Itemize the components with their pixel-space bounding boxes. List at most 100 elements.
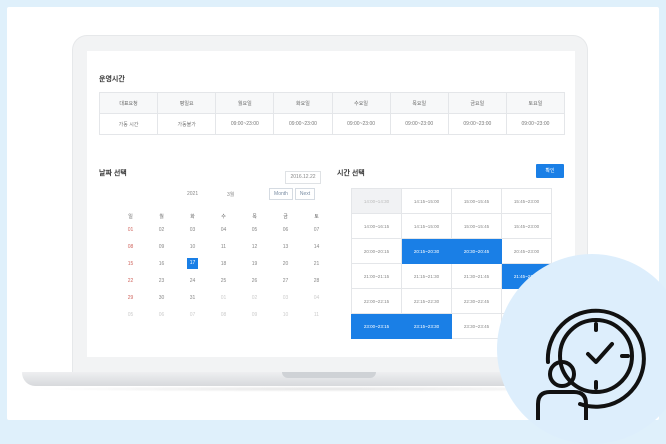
time-slot[interactable]: 21:30~21:45 xyxy=(451,263,502,289)
calendar-day[interactable]: 16 xyxy=(146,255,177,272)
hours-day-header: 금요일 xyxy=(447,92,507,114)
hours-day-header: 평일요 xyxy=(157,92,217,114)
calendar-next-button[interactable]: Next xyxy=(295,188,315,200)
calendar-day[interactable]: 27 xyxy=(270,272,301,289)
calendar-day[interactable]: 12 xyxy=(239,238,270,255)
time-slot-selected[interactable]: 23:00~23:15 xyxy=(351,313,402,339)
calendar-day[interactable]: 11 xyxy=(301,306,332,323)
calendar-day[interactable]: 26 xyxy=(239,272,270,289)
confirm-button[interactable]: 확인 xyxy=(536,164,564,178)
calendar-day[interactable]: 22 xyxy=(115,272,146,289)
laptop-base-notch xyxy=(282,372,376,378)
calendar-day[interactable]: 23 xyxy=(146,272,177,289)
calendar-day[interactable]: 21 xyxy=(301,255,332,272)
calendar-day[interactable]: 02 xyxy=(239,289,270,306)
time-slot: 14:00~14:30 xyxy=(351,188,402,214)
time-slot[interactable]: 21:15~21:30 xyxy=(401,263,452,289)
calendar-day[interactable]: 20 xyxy=(270,255,301,272)
weekday-label: 일 xyxy=(128,213,133,220)
calendar-day[interactable]: 24 xyxy=(177,272,208,289)
hours-value-cell: 09:00~23:00 xyxy=(331,113,391,135)
time-slot[interactable]: 20:45~23:00 xyxy=(501,238,552,264)
calendar-day[interactable]: 05 xyxy=(115,306,146,323)
calendar-day[interactable]: 08 xyxy=(115,238,146,255)
calendar-day[interactable]: 10 xyxy=(177,238,208,255)
calendar-day[interactable]: 08 xyxy=(208,306,239,323)
weekday-label: 월 xyxy=(159,213,164,220)
calendar-day[interactable]: 30 xyxy=(146,289,177,306)
calendar-prev-button[interactable]: Month xyxy=(269,188,293,200)
time-slot[interactable]: 22:15~22:30 xyxy=(401,288,452,314)
time-slot-selected[interactable]: 23:15~23:30 xyxy=(401,313,452,339)
time-slot-selected[interactable]: 20:30~20:45 xyxy=(451,238,502,264)
time-select-title: 시간 선택 xyxy=(337,170,365,177)
hours-value-cell: 가동불가 xyxy=(157,113,217,135)
calendar-day[interactable]: 01 xyxy=(208,289,239,306)
time-slot[interactable]: 15:45~23:00 xyxy=(501,188,552,214)
calendar-month: 3월 xyxy=(227,192,235,198)
hours-day-header: 화요일 xyxy=(273,92,333,114)
calendar-day[interactable]: 03 xyxy=(270,289,301,306)
hours-value-cell: 가동 시간 xyxy=(98,113,159,135)
time-slot[interactable]: 15:00~15:45 xyxy=(451,213,502,239)
weekday-label: 수 xyxy=(221,213,226,220)
calendar-day[interactable]: 09 xyxy=(239,306,270,323)
calendar-day-selected[interactable]: 17 xyxy=(177,255,208,272)
hours-value-cell: 09:00~23:00 xyxy=(273,113,333,135)
calendar-day[interactable]: 28 xyxy=(301,272,332,289)
hours-title: 운영시간 xyxy=(99,76,125,83)
calendar-year: 2021 xyxy=(187,191,199,197)
hours-day-header: 월요일 xyxy=(215,92,275,114)
calendar-day[interactable]: 07 xyxy=(301,221,332,238)
weekday-label: 목 xyxy=(252,213,257,220)
hours-value-cell: 09:00~23:00 xyxy=(389,113,449,135)
time-slot[interactable]: 23:30~23:45 xyxy=(451,313,502,339)
calendar-day[interactable]: 09 xyxy=(146,238,177,255)
calendar-day[interactable]: 25 xyxy=(208,272,239,289)
hours-value-cell: 09:00~23:00 xyxy=(215,113,275,135)
calendar-day[interactable]: 05 xyxy=(239,221,270,238)
calendar-day[interactable]: 04 xyxy=(208,221,239,238)
calendar-day[interactable]: 13 xyxy=(270,238,301,255)
time-slot[interactable]: 14:15~15:00 xyxy=(401,213,452,239)
calendar-day[interactable]: 29 xyxy=(115,289,146,306)
person-clock-icon xyxy=(536,308,646,420)
date-input[interactable]: 2016.12.22 xyxy=(285,171,321,184)
calendar-day[interactable]: 19 xyxy=(239,255,270,272)
hours-value-cell: 09:00~23:00 xyxy=(447,113,507,135)
time-slot[interactable]: 15:45~23:00 xyxy=(501,213,552,239)
time-slot[interactable]: 15:00~15:45 xyxy=(451,188,502,214)
calendar-day[interactable]: 04 xyxy=(301,289,332,306)
hours-day-header: 목요일 xyxy=(389,92,449,114)
calendar-day[interactable]: 10 xyxy=(270,306,301,323)
time-slot[interactable]: 22:00~22:15 xyxy=(351,288,402,314)
weekday-label: 금 xyxy=(283,213,288,220)
hours-day-header: 대표요청 xyxy=(98,92,159,114)
laptop-screen: 운영시간 대표요청 평일요 월요일 화요일 수요일 목요일 금요일 토요일 가동 시간 가동불가… xyxy=(87,51,575,357)
calendar-day[interactable]: 18 xyxy=(208,255,239,272)
hours-value-cell: 09:00~23:00 xyxy=(505,113,566,135)
calendar-day[interactable]: 14 xyxy=(301,238,332,255)
date-select-title: 날짜 선택 xyxy=(99,170,127,177)
calendar-day[interactable]: 02 xyxy=(146,221,177,238)
calendar-day[interactable]: 31 xyxy=(177,289,208,306)
calendar-grid: 일 월 화 수 목 금 토 01 02 03 04 05 06 07 08 09 10 11 12 13 14 15 16 1… xyxy=(115,211,332,323)
hours-day-header: 토요일 xyxy=(505,92,566,114)
calendar-day[interactable]: 07 xyxy=(177,306,208,323)
calendar-day[interactable]: 11 xyxy=(208,238,239,255)
time-slot[interactable]: 14:00~16:15 xyxy=(351,213,402,239)
calendar-day[interactable]: 06 xyxy=(270,221,301,238)
weekday-label: 토 xyxy=(314,213,319,220)
hours-table: 대표요청 평일요 월요일 화요일 수요일 목요일 금요일 토요일 가동 시간 가동불가 09:00… xyxy=(98,92,566,135)
time-slot-selected[interactable]: 20:15~20:30 xyxy=(401,238,452,264)
calendar-day[interactable]: 03 xyxy=(177,221,208,238)
time-slot[interactable]: 20:00~20:15 xyxy=(351,238,402,264)
calendar-day[interactable]: 15 xyxy=(115,255,146,272)
hours-day-header: 수요일 xyxy=(331,92,391,114)
time-slot[interactable]: 21:00~21:15 xyxy=(351,263,402,289)
calendar-day[interactable]: 01 xyxy=(115,221,146,238)
calendar-day[interactable]: 06 xyxy=(146,306,177,323)
weekday-label: 화 xyxy=(190,213,195,220)
time-slot[interactable]: 22:30~22:45 xyxy=(451,288,502,314)
time-slot[interactable]: 14:15~15:00 xyxy=(401,188,452,214)
